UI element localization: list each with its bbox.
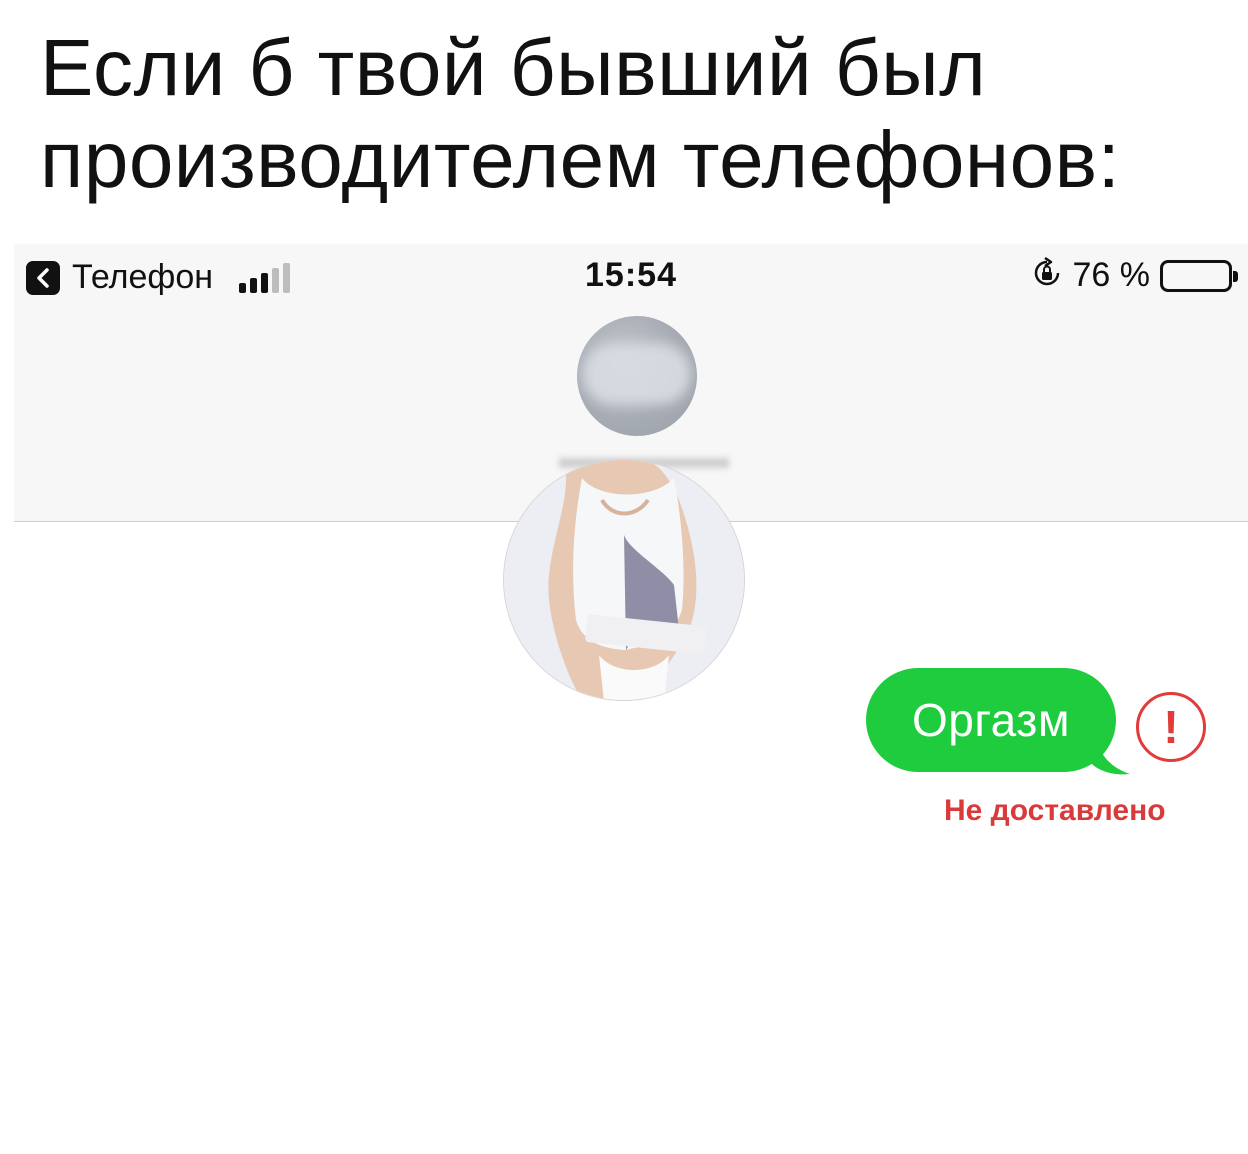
status-right-group: 76 % — [1031, 256, 1241, 295]
battery-tip — [1233, 270, 1238, 282]
battery-icon — [1160, 259, 1238, 292]
sticker-image — [503, 459, 745, 701]
rotation-lock-icon — [1031, 256, 1063, 294]
caption-line-1: Если б твой бывший был — [40, 23, 987, 112]
delivery-status: Не доставлено — [944, 794, 1166, 827]
message-text: Оргазм — [912, 694, 1070, 746]
bubble-body: Оргазм — [866, 668, 1116, 772]
contact-avatar[interactable] — [577, 316, 697, 436]
avatar-blur-overlay — [583, 344, 691, 404]
exclamation-icon[interactable]: ! — [1136, 692, 1206, 762]
caption-line-2: производителем телефонов: — [40, 115, 1121, 204]
battery-percent: 76 % — [1072, 256, 1151, 294]
status-bar: Телефон 15:54 76 % — [14, 244, 1248, 306]
phone-screen: Телефон 15:54 76 % Оргазм ! Не доставлен… — [14, 244, 1248, 1154]
error-glyph: ! — [1163, 701, 1179, 753]
meme-caption: Если б твой бывший был производителем те… — [40, 22, 1220, 206]
message-bubble[interactable]: Оргазм — [866, 668, 1146, 776]
